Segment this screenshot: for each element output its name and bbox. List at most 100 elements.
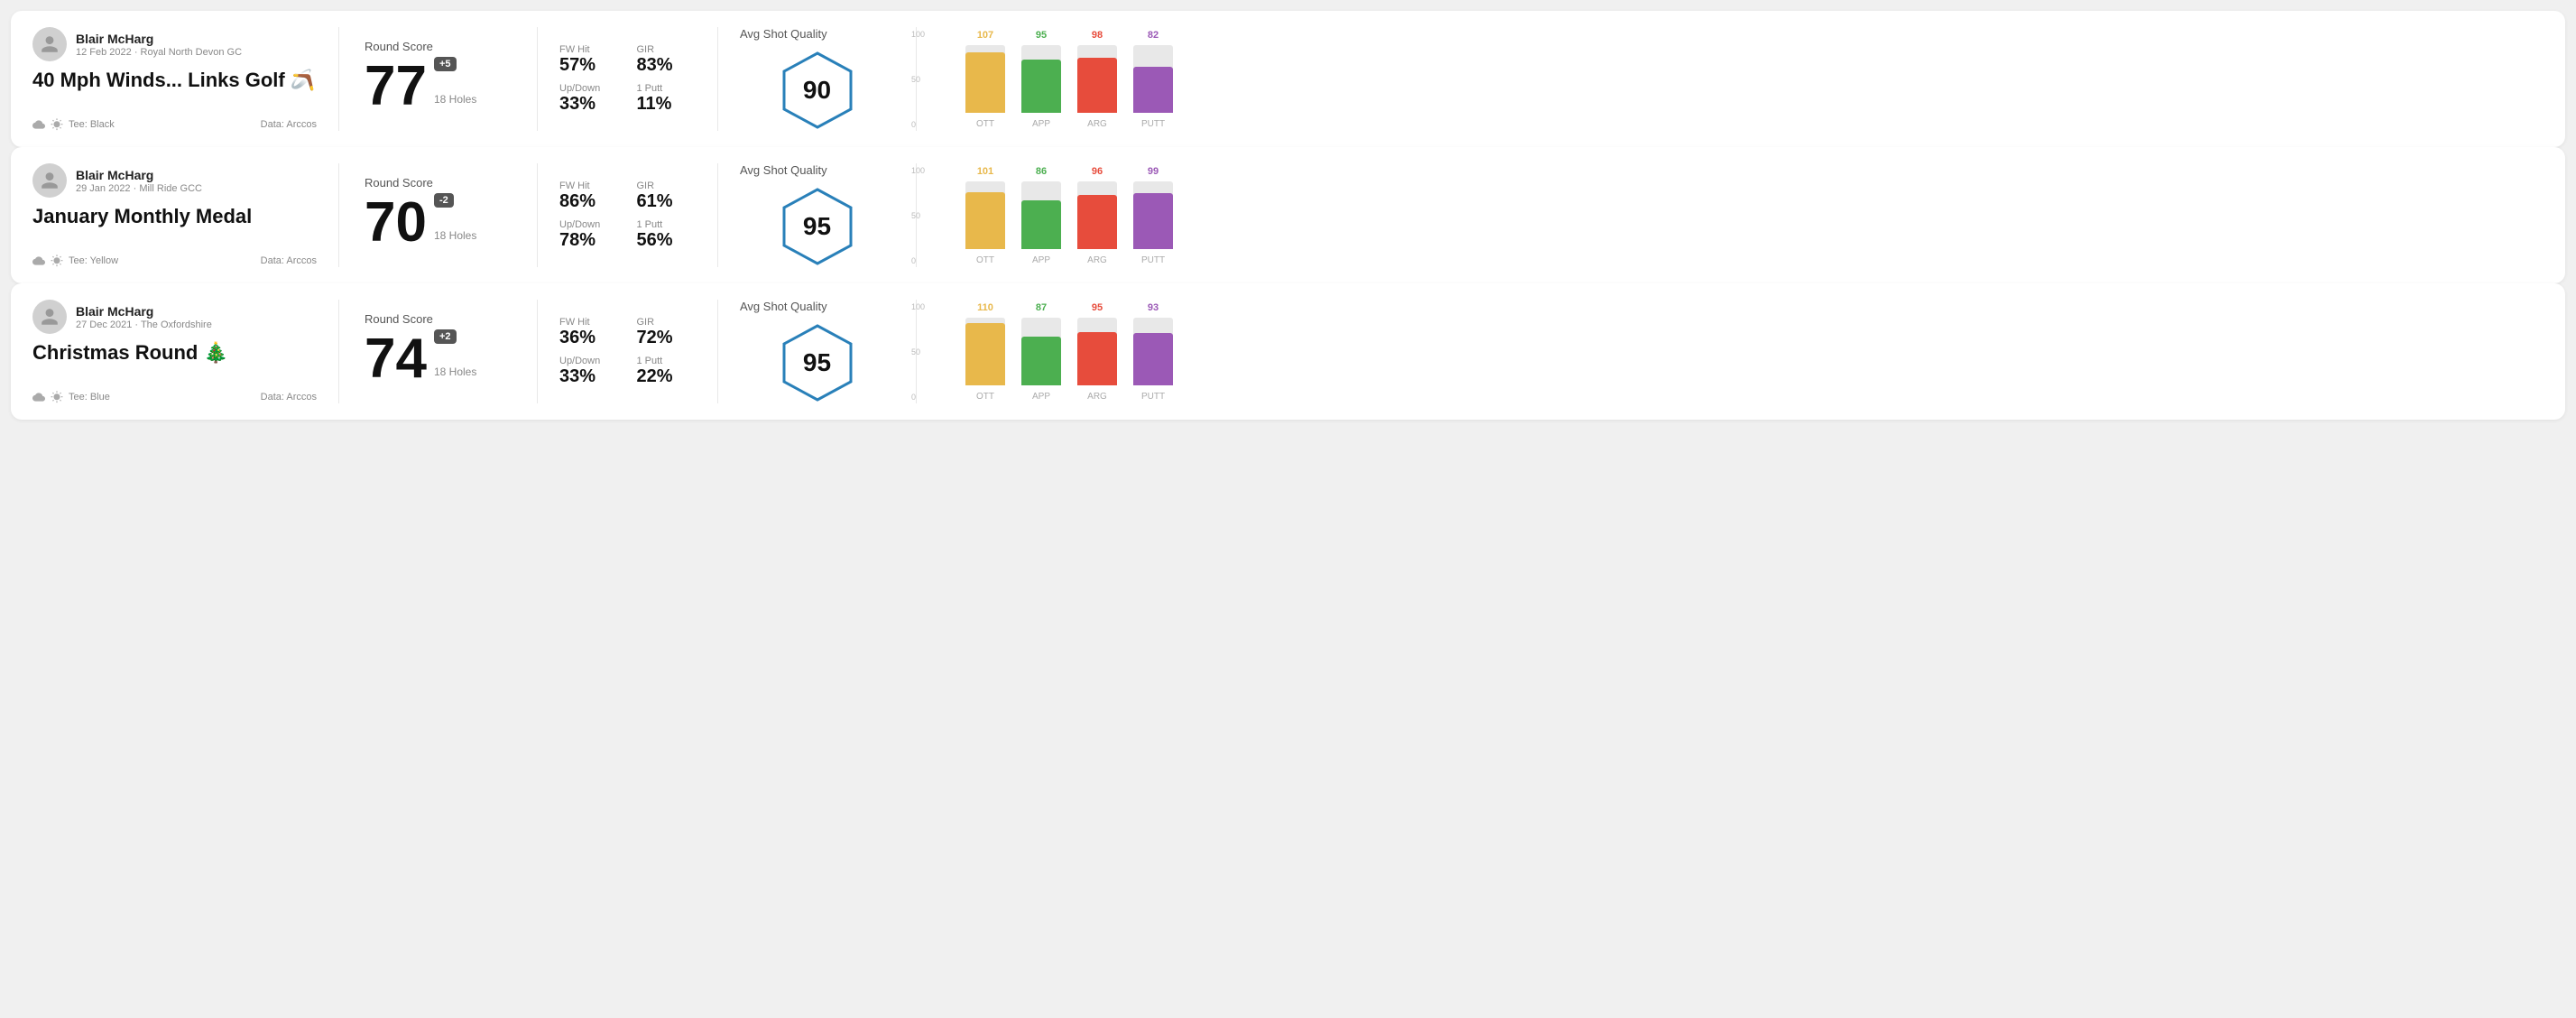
bar-group-app: 86 APP <box>1021 166 1061 265</box>
bar-fill <box>965 323 1005 385</box>
bar-group-putt: 82 PUTT <box>1133 30 1173 129</box>
y-axis: 100500 <box>911 302 925 402</box>
gir-value: 83% <box>637 55 697 76</box>
wind-icon <box>51 118 63 131</box>
fw-hit-label: FW Hit <box>559 44 619 55</box>
bar-wrapper <box>1077 45 1117 113</box>
updown-label: Up/Down <box>559 356 619 366</box>
user-name: Blair McHarg <box>76 32 242 46</box>
bar-wrapper <box>1077 318 1117 385</box>
round-card-3: Blair McHarg 27 Dec 2021 · The Oxfordshi… <box>11 283 2565 420</box>
bar-background <box>1021 45 1061 113</box>
fw-hit-label: FW Hit <box>559 317 619 328</box>
left-section: Blair McHarg 27 Dec 2021 · The Oxfordshi… <box>32 300 339 403</box>
hexagon: 95 <box>777 322 858 403</box>
middle-section: Round Score 70 -2 18 Holes <box>339 163 538 267</box>
tee-row: Tee: Yellow <box>32 255 118 267</box>
bar-wrapper <box>1021 318 1061 385</box>
user-row: Blair McHarg 27 Dec 2021 · The Oxfordshi… <box>32 300 317 334</box>
bar-group-ott: 110 OTT <box>965 302 1005 402</box>
stats-section: FW Hit 86% GIR 61% Up/Down 78% 1 Putt 56… <box>538 163 718 267</box>
one-putt-label: 1 Putt <box>637 219 697 230</box>
bar-wrapper <box>1133 318 1173 385</box>
bar-group-putt: 99 PUTT <box>1133 166 1173 265</box>
footer-row: Tee: Black Data: Arccos <box>32 118 317 131</box>
gir-label: GIR <box>637 44 697 55</box>
bar-axis-label: OTT <box>976 255 994 265</box>
data-source: Data: Arccos <box>261 392 317 403</box>
cloud-icon <box>32 118 45 131</box>
fw-hit-value: 86% <box>559 191 619 212</box>
updown-label: Up/Down <box>559 219 619 230</box>
chart-section: 100500 110 OTT 87 APP 95 <box>917 300 2544 403</box>
footer-row: Tee: Yellow Data: Arccos <box>32 255 317 267</box>
bar-value-label: 101 <box>977 166 993 177</box>
bar-group-app: 87 APP <box>1021 302 1061 402</box>
one-putt-value: 56% <box>637 230 697 251</box>
bar-background <box>965 45 1005 113</box>
stats-section: FW Hit 36% GIR 72% Up/Down 33% 1 Putt 22… <box>538 300 718 403</box>
bar-value-label: 87 <box>1036 302 1047 313</box>
round-score-label: Round Score <box>365 40 512 53</box>
user-icon <box>40 34 60 54</box>
one-putt-stat: 1 Putt 11% <box>637 83 697 115</box>
bar-chart: 110 OTT 87 APP 95 ARG <box>965 302 2529 402</box>
bar-fill <box>1133 193 1173 249</box>
score-row: 77 +5 18 Holes <box>365 57 512 115</box>
bar-wrapper <box>1133 45 1173 113</box>
bar-group-putt: 93 PUTT <box>1133 302 1173 402</box>
bar-wrapper <box>1021 181 1061 249</box>
bar-value-label: 110 <box>977 302 993 313</box>
gir-stat: GIR 72% <box>637 317 697 348</box>
quality-score: 95 <box>803 348 831 377</box>
quality-score: 95 <box>803 212 831 241</box>
middle-section: Round Score 74 +2 18 Holes <box>339 300 538 403</box>
bar-axis-label: PUTT <box>1141 119 1165 129</box>
bar-background <box>1077 45 1117 113</box>
bar-background <box>965 181 1005 249</box>
user-icon <box>40 171 60 190</box>
bar-axis-label: ARG <box>1087 119 1107 129</box>
fw-hit-value: 57% <box>559 55 619 76</box>
y-axis: 100500 <box>911 166 925 265</box>
bar-group-arg: 98 ARG <box>1077 30 1117 129</box>
round-score-label: Round Score <box>365 176 512 190</box>
one-putt-value: 22% <box>637 366 697 387</box>
bar-background <box>1133 318 1173 385</box>
bar-axis-label: ARG <box>1087 392 1107 402</box>
bar-fill <box>1021 60 1061 113</box>
bar-value-label: 95 <box>1092 302 1103 313</box>
bar-axis-label: OTT <box>976 119 994 129</box>
gir-stat: GIR 61% <box>637 180 697 212</box>
bar-value-label: 99 <box>1148 166 1159 177</box>
hexagon: 95 <box>777 186 858 267</box>
bar-wrapper <box>965 318 1005 385</box>
score-row: 74 +2 18 Holes <box>365 329 512 387</box>
score-badge: -2 <box>434 193 454 208</box>
hexagon: 90 <box>777 50 858 131</box>
updown-stat: Up/Down 78% <box>559 219 619 251</box>
holes-label: 18 Holes <box>434 366 476 378</box>
bar-background <box>1077 181 1117 249</box>
bar-fill <box>1021 200 1061 249</box>
user-name: Blair McHarg <box>76 168 202 182</box>
bar-axis-label: PUTT <box>1141 392 1165 402</box>
tee-label: Tee: Yellow <box>69 255 118 266</box>
fw-hit-label: FW Hit <box>559 180 619 191</box>
score-number: 70 <box>365 195 427 251</box>
bar-fill <box>1133 67 1173 113</box>
bar-axis-label: OTT <box>976 392 994 402</box>
gir-value: 72% <box>637 328 697 348</box>
bar-group-app: 95 APP <box>1021 30 1061 129</box>
updown-stat: Up/Down 33% <box>559 83 619 115</box>
bar-background <box>965 318 1005 385</box>
chart-section: 100500 101 OTT 86 APP 96 <box>917 163 2544 267</box>
y-axis: 100500 <box>911 30 925 129</box>
user-info: Blair McHarg 12 Feb 2022 · Royal North D… <box>76 32 242 58</box>
fw-hit-stat: FW Hit 57% <box>559 44 619 76</box>
bar-value-label: 107 <box>977 30 993 41</box>
avatar <box>32 163 67 198</box>
user-info: Blair McHarg 29 Jan 2022 · Mill Ride GCC <box>76 168 202 194</box>
cloud-icon <box>32 255 45 267</box>
bar-chart-container: 100500 101 OTT 86 APP 96 <box>938 166 2529 265</box>
